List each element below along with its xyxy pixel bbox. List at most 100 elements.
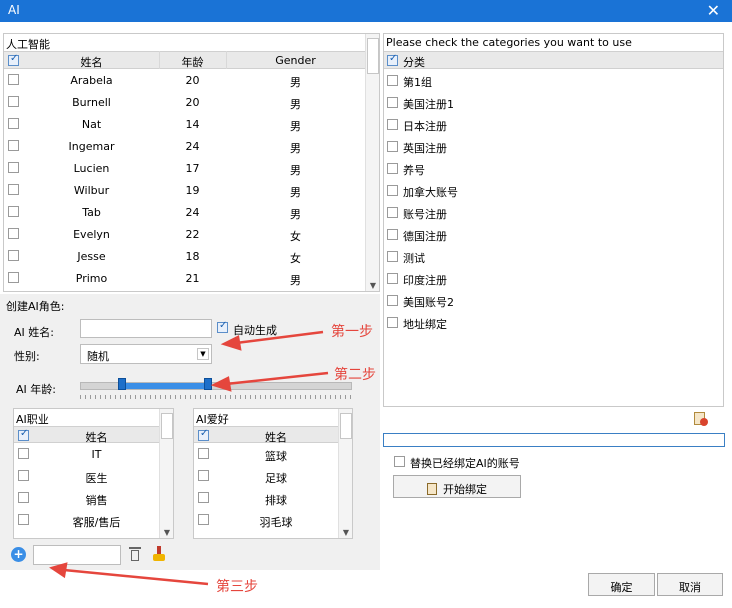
scroll-thumb[interactable] (367, 38, 379, 74)
category-checkbox[interactable] (387, 207, 398, 218)
table-cell: 男 (290, 186, 301, 199)
row-checkbox[interactable] (8, 206, 19, 217)
broom-icon[interactable] (152, 546, 166, 562)
row-checkbox[interactable] (8, 96, 19, 107)
col-age-header[interactable]: 年龄 (159, 54, 226, 70)
close-icon[interactable]: ✕ (707, 1, 720, 20)
cancel-button[interactable]: 取消 (657, 573, 723, 596)
category-checkbox[interactable] (387, 317, 398, 328)
table-row[interactable]: Arabela 20 男 (4, 69, 365, 91)
chevron-down-icon[interactable]: ▼ (197, 348, 209, 360)
item-checkbox[interactable] (198, 492, 209, 503)
table-row[interactable]: Nat 14 男 (4, 113, 365, 135)
item-checkbox[interactable] (18, 470, 29, 481)
category-checkbox[interactable] (387, 295, 398, 306)
category-item[interactable]: 加拿大账号 (387, 180, 717, 202)
item-checkbox[interactable] (18, 492, 29, 503)
list-item[interactable]: 篮球 (194, 443, 338, 465)
scroll-down-icon[interactable]: ▼ (160, 528, 173, 537)
table-row[interactable]: Ingemar 24 男 (4, 135, 365, 157)
table-row[interactable]: Primo 21 男 (4, 267, 365, 289)
col-gender-header[interactable]: Gender (226, 54, 365, 67)
category-checkbox[interactable] (387, 75, 398, 86)
row-checkbox[interactable] (8, 140, 19, 151)
auto-generate-checkbox[interactable] (217, 320, 228, 333)
list-item[interactable]: 客服/售后 (14, 509, 159, 531)
category-item[interactable]: 地址绑定 (387, 312, 717, 334)
jobs-select-all-checkbox[interactable] (18, 428, 29, 441)
list-item[interactable]: IT (14, 443, 159, 465)
list-item[interactable]: 销售 (14, 487, 159, 509)
age-range-fill (121, 383, 208, 389)
create-ai-area: 创建AI角色: AI 姓名: 自动生成 性别: 随机 ▼ AI 年龄: AI职业… (0, 294, 380, 570)
scroll-down-icon[interactable]: ▼ (339, 528, 352, 537)
row-checkbox[interactable] (8, 118, 19, 129)
item-checkbox[interactable] (198, 470, 209, 481)
start-binding-label: 开始绑定 (443, 483, 487, 496)
row-checkbox[interactable] (8, 184, 19, 195)
list-item[interactable]: 足球 (194, 465, 338, 487)
category-checkbox[interactable] (387, 185, 398, 196)
category-item[interactable]: 美国注册1 (387, 92, 717, 114)
people-scrollbar[interactable]: ▼ (365, 34, 379, 291)
row-checkbox[interactable] (8, 74, 19, 85)
category-item[interactable]: 测试 (387, 246, 717, 268)
row-checkbox[interactable] (8, 250, 19, 261)
gender-select[interactable]: 随机 ▼ (80, 344, 212, 364)
scroll-down-icon[interactable]: ▼ (366, 281, 379, 290)
list-item[interactable]: 排球 (194, 487, 338, 509)
table-row[interactable]: Tab 24 男 (4, 201, 365, 223)
item-checkbox[interactable] (18, 448, 29, 459)
jobs-scrollbar[interactable]: ▼ (159, 409, 173, 538)
item-checkbox[interactable] (198, 514, 209, 525)
category-item[interactable]: 养号 (387, 158, 717, 180)
hobbies-scrollbar[interactable]: ▼ (338, 409, 352, 538)
age-max-handle[interactable] (203, 378, 212, 390)
table-row[interactable]: Lucien 17 男 (4, 157, 365, 179)
category-item[interactable]: 英国注册 (387, 136, 717, 158)
category-checkbox[interactable] (387, 141, 398, 152)
category-checkbox[interactable] (387, 273, 398, 284)
row-checkbox[interactable] (8, 228, 19, 239)
category-item[interactable]: 美国账号2 (387, 290, 717, 312)
export-icon[interactable] (694, 412, 708, 426)
item-checkbox[interactable] (198, 448, 209, 459)
table-row[interactable]: Evelyn 22 女 (4, 223, 365, 245)
categories-select-all-checkbox[interactable] (387, 53, 398, 66)
category-checkbox[interactable] (387, 229, 398, 240)
category-item[interactable]: 德国注册 (387, 224, 717, 246)
table-row[interactable]: Burnell 20 男 (4, 91, 365, 113)
category-checkbox[interactable] (387, 163, 398, 174)
list-item[interactable]: 羽毛球 (194, 509, 338, 531)
category-label: 加拿大账号 (403, 186, 458, 199)
select-all-checkbox[interactable] (8, 53, 19, 66)
category-checkbox[interactable] (387, 251, 398, 262)
category-item[interactable]: 第1组 (387, 70, 717, 92)
row-checkbox[interactable] (8, 162, 19, 173)
category-checkbox[interactable] (387, 97, 398, 108)
category-item[interactable]: 印度注册 (387, 268, 717, 290)
list-item[interactable]: 医生 (14, 465, 159, 487)
col-name-header[interactable]: 姓名 (24, 54, 159, 70)
hobbies-select-all-checkbox[interactable] (198, 428, 209, 441)
row-checkbox[interactable] (8, 272, 19, 283)
item-checkbox[interactable] (18, 514, 29, 525)
replace-bound-checkbox[interactable] (394, 456, 405, 467)
trash-icon[interactable] (129, 547, 141, 561)
bottom-input[interactable] (33, 545, 121, 565)
category-item[interactable]: 账号注册 (387, 202, 717, 224)
ai-name-field[interactable] (80, 319, 212, 338)
table-row[interactable]: Jesse 18 女 (4, 245, 365, 267)
hobbies-list: AI爱好 姓名 篮球足球排球羽毛球 ▼ (193, 408, 353, 539)
start-binding-button[interactable]: 开始绑定 (393, 475, 521, 498)
category-item[interactable]: 日本注册 (387, 114, 717, 136)
age-min-handle[interactable] (117, 378, 126, 390)
age-range-slider[interactable] (80, 378, 352, 390)
table-cell: 24 (185, 140, 200, 153)
add-icon[interactable]: + (11, 547, 26, 562)
ai-name-label: AI 姓名: (14, 326, 54, 339)
category-checkbox[interactable] (387, 119, 398, 130)
categories-header[interactable]: 分类 (403, 54, 425, 70)
table-row[interactable]: Wilbur 19 男 (4, 179, 365, 201)
ok-button[interactable]: 确定 (588, 573, 655, 596)
